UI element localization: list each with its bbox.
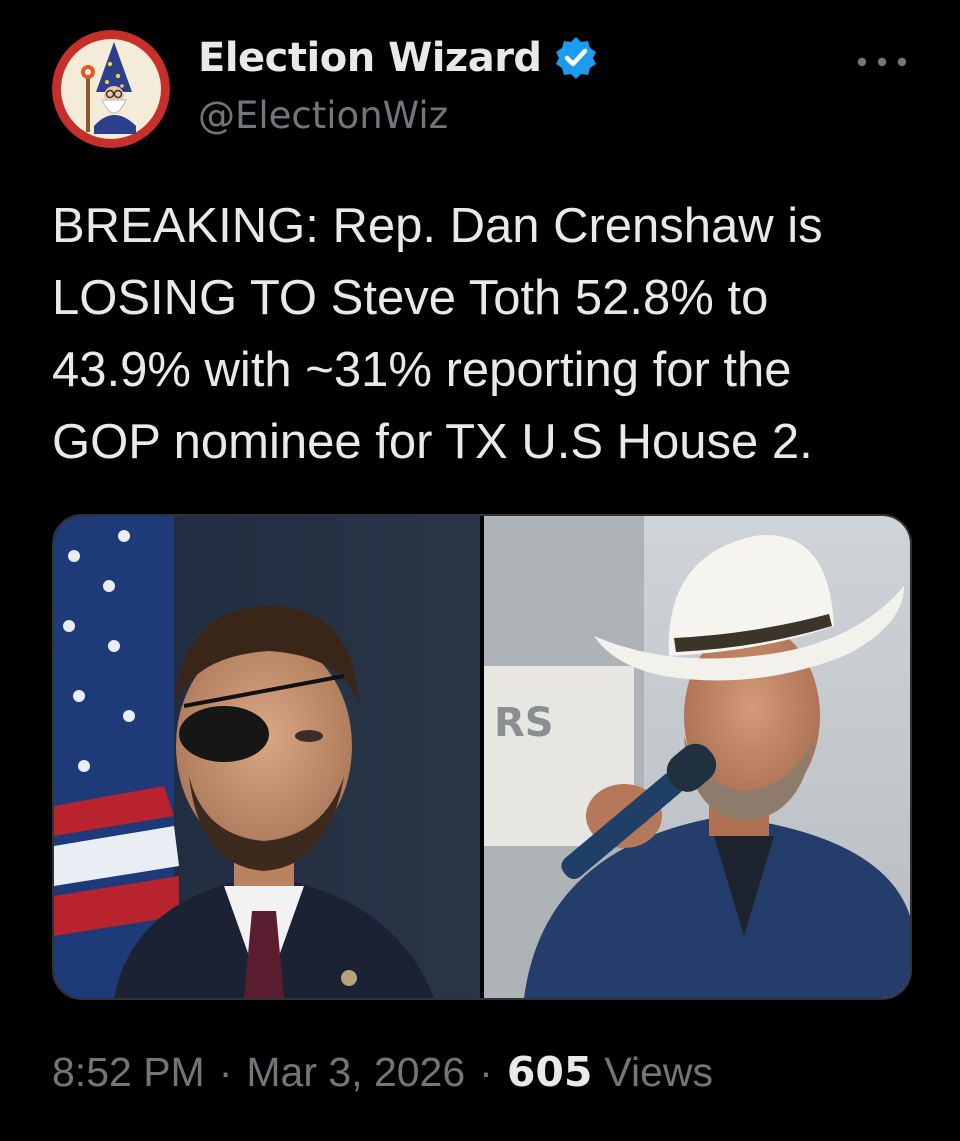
display-name[interactable]: Election Wizard [198,35,542,81]
tweet-text: BREAKING: Rep. Dan Crenshaw is LOSING TO… [52,199,823,469]
more-horizontal-icon [857,57,907,67]
photo-right[interactable]: RS [484,516,910,998]
tweet-meta: 8:52 PM · Mar 3, 2026 · 605 Views [52,1048,713,1096]
tweet-date[interactable]: Mar 3, 2026 [246,1049,465,1096]
verified-badge-icon[interactable] [552,34,600,82]
name-row: Election Wizard [198,32,600,84]
photo-left[interactable] [54,516,480,998]
wizard-logo-icon [52,30,170,148]
views-label: Views [604,1049,714,1095]
author-block: Election Wizard @ElectionWiz [198,32,600,137]
handle[interactable]: @ElectionWiz [198,94,600,137]
views-count: 605 [506,1048,593,1096]
tweet-header: Election Wizard @ElectionWiz [52,30,912,150]
meta-separator: · [218,1049,233,1095]
avatar[interactable] [52,30,170,148]
meta-separator: · [479,1049,493,1095]
tweet-time[interactable]: 8:52 PM [52,1049,205,1096]
media-grid: RS [52,514,912,1000]
more-options-button[interactable] [852,50,912,74]
svg-text:RS: RS [494,700,554,746]
